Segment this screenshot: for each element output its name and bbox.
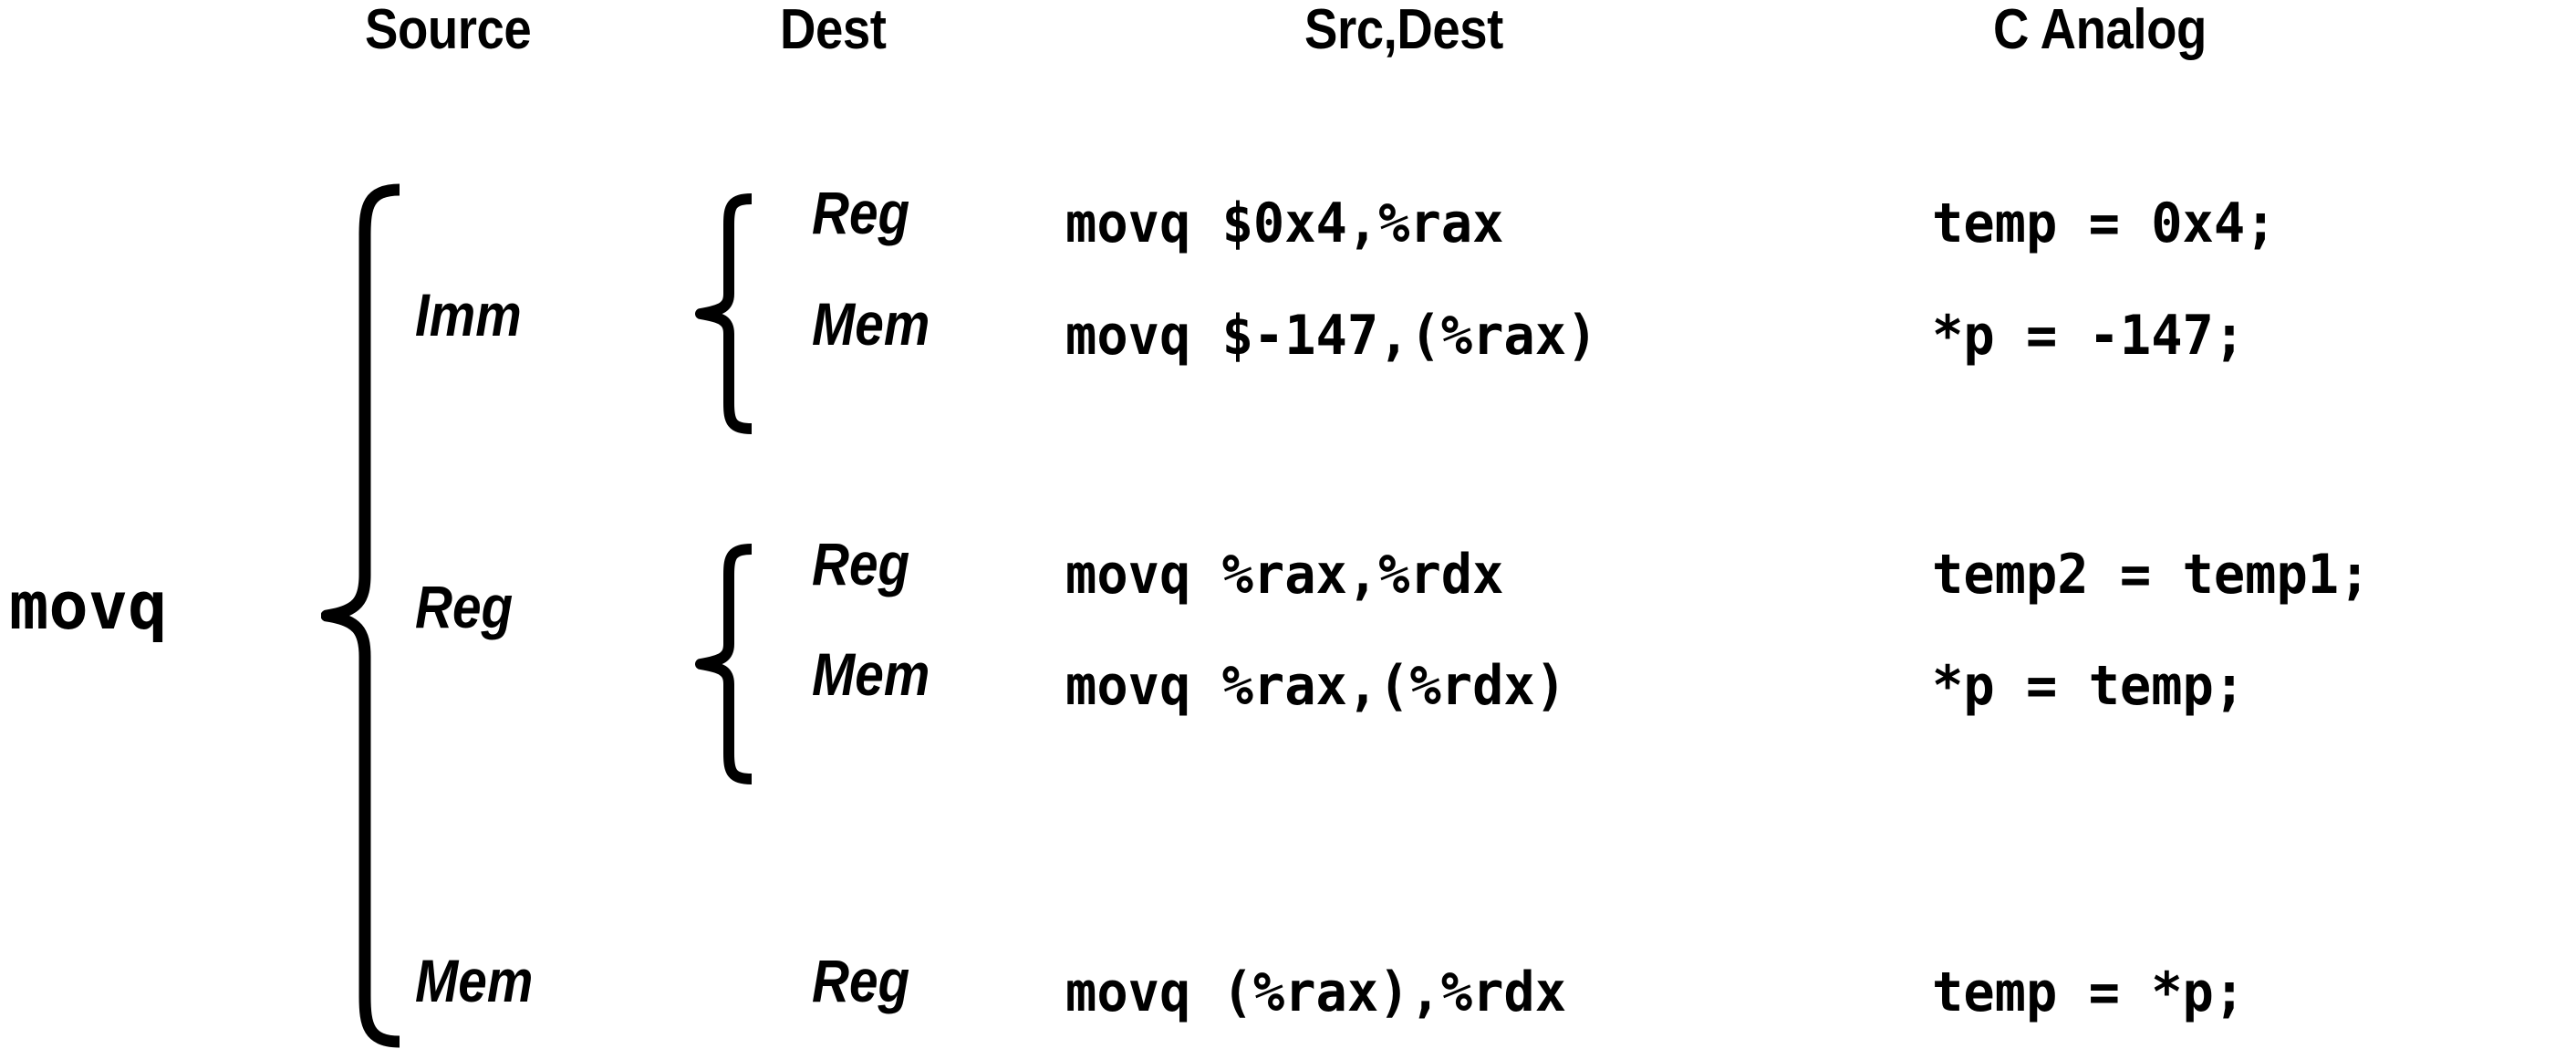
c-analog-row-5: temp = *p; bbox=[1932, 961, 2246, 1024]
dest-class-row-2: Mem bbox=[812, 290, 930, 358]
assembly-instruction-row-3: movq %rax,%rdx bbox=[1065, 543, 1504, 607]
column-header-source: Source bbox=[365, 0, 532, 61]
small-grouping-brace-imm-icon bbox=[695, 193, 752, 434]
dest-class-row-5: Reg bbox=[812, 947, 910, 1014]
large-grouping-brace-icon bbox=[321, 183, 400, 1048]
c-analog-row-1: temp = 0x4; bbox=[1932, 192, 2277, 255]
column-header-dest: Dest bbox=[780, 0, 887, 61]
c-analog-row-4: *p = temp; bbox=[1932, 654, 2246, 718]
dest-class-row-4: Mem bbox=[812, 640, 930, 708]
column-header-src-dest: Src,Dest bbox=[1304, 0, 1503, 61]
column-header-c-analog: C Analog bbox=[1993, 0, 2207, 61]
assembly-instruction-row-1: movq $0x4,%rax bbox=[1065, 192, 1504, 255]
assembly-instruction-row-5: movq (%rax),%rdx bbox=[1065, 961, 1567, 1024]
c-analog-row-3: temp2 = temp1; bbox=[1932, 543, 2371, 607]
instruction-mnemonic-label: movq bbox=[9, 567, 168, 644]
source-class-imm: Imm bbox=[415, 281, 522, 348]
small-grouping-brace-reg-icon bbox=[695, 544, 752, 784]
source-class-reg: Reg bbox=[415, 573, 514, 640]
assembly-instruction-row-4: movq %rax,(%rdx) bbox=[1065, 654, 1567, 718]
movq-operand-combinations-diagram: Source Dest Src,Dest C Analog movq Imm R… bbox=[0, 0, 2576, 1049]
dest-class-row-1: Reg bbox=[812, 179, 910, 246]
assembly-instruction-row-2: movq $-147,(%rax) bbox=[1065, 304, 1598, 368]
c-analog-row-2: *p = -147; bbox=[1932, 304, 2246, 368]
dest-class-row-3: Reg bbox=[812, 530, 910, 597]
source-class-mem: Mem bbox=[415, 947, 534, 1014]
